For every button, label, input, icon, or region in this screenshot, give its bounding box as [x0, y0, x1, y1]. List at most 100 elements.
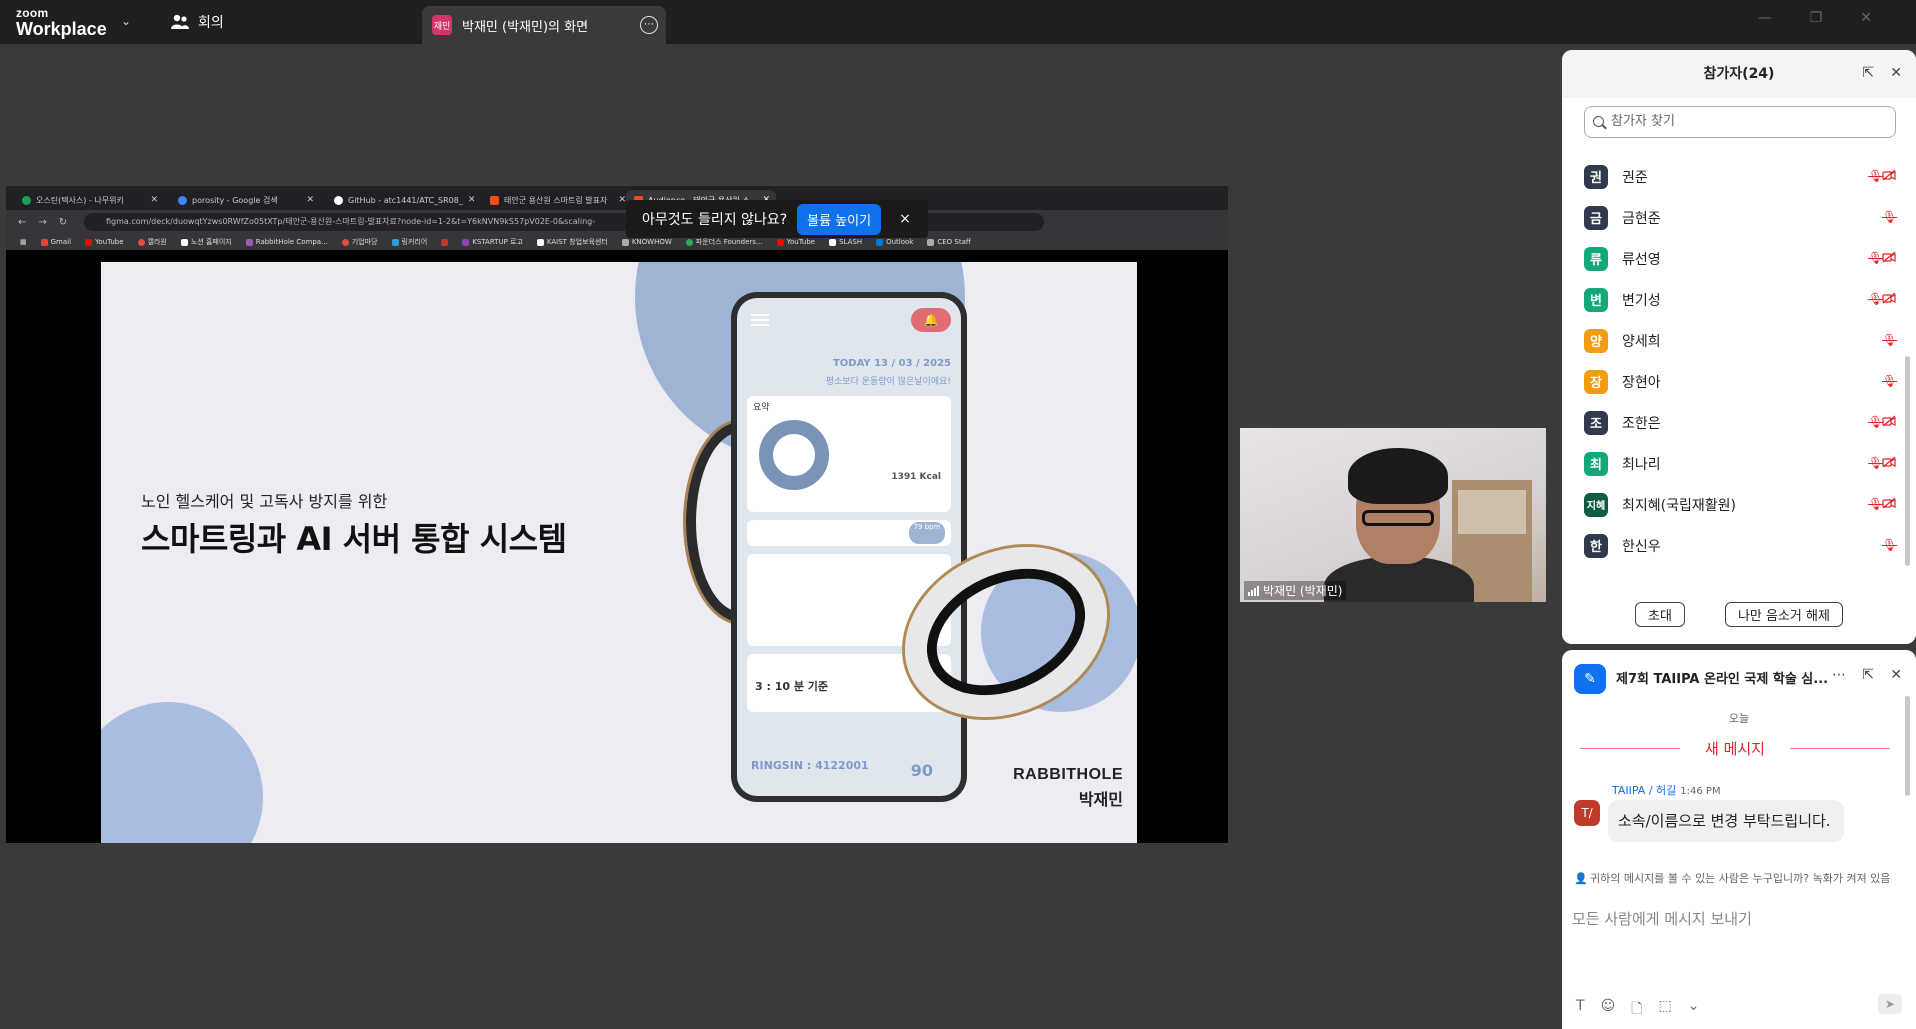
browser-tab[interactable]: GitHub - atc1441/ATC_SR08_ ✕: [326, 190, 476, 210]
nav-meeting[interactable]: 회의: [170, 12, 224, 32]
participant-row[interactable]: 한 한신우 🎙: [1584, 525, 1898, 566]
bookmark-icon: [137, 238, 145, 246]
participant-name: 금현준: [1622, 210, 1661, 227]
browser-tab[interactable]: 오스틴(텍사스) - 나무위키 ✕: [14, 190, 164, 210]
participant-row[interactable]: 장 장현아 🎙: [1584, 361, 1897, 402]
bookmark-item[interactable]: Gmail: [40, 238, 71, 246]
restore-icon[interactable]: ❐: [1810, 10, 1823, 26]
close-icon[interactable]: ✕: [1860, 10, 1872, 26]
avatar: 조: [1584, 410, 1608, 435]
phone-date: TODAY 13 / 03 / 2025: [832, 358, 951, 369]
bookmark-label: Outlook: [886, 238, 914, 246]
bookmark-item[interactable]: 링커리어: [391, 237, 427, 247]
video-tile[interactable]: 박재민 (박재민): [1240, 428, 1546, 602]
notion-icon: [180, 238, 188, 246]
mic-muted-icon: 🎙: [1882, 333, 1898, 347]
invite-button[interactable]: 초대: [1635, 602, 1685, 627]
bookmark-item[interactable]: KAIST 창업보육센터: [536, 237, 608, 247]
more-icon[interactable]: ⋯: [640, 16, 658, 34]
pop-out-icon[interactable]: ⇱: [1862, 668, 1874, 682]
video-off-icon: [1882, 169, 1896, 183]
participant-name: 변기성: [1622, 292, 1661, 309]
bookmark-item[interactable]: CEO Staff: [927, 238, 971, 246]
close-icon[interactable]: ✕: [150, 195, 158, 205]
bookmark-icon: [245, 238, 253, 246]
bookmark-item[interactable]: YouTube: [776, 238, 815, 246]
outlook-icon: [876, 238, 884, 246]
close-icon[interactable]: ✕: [618, 195, 626, 205]
format-text-icon[interactable]: T: [1576, 998, 1585, 1022]
bookmark-item[interactable]: YouTube: [85, 238, 124, 246]
participant-row[interactable]: 지혜 최지혜(국립재활원) 🎙: [1584, 484, 1896, 525]
close-icon[interactable]: ✕: [1890, 66, 1902, 80]
bookmark-item[interactable]: SLASH: [829, 238, 862, 246]
close-icon[interactable]: ✕: [468, 195, 476, 205]
participant-row[interactable]: 류 류선영 🎙: [1584, 238, 1896, 279]
slide-subtitle: 노인 헬스케어 및 고독사 방지를 위한: [141, 492, 388, 511]
bookmark-label: YouTube: [95, 238, 124, 246]
video-name: 박재민 (박재민): [1263, 584, 1343, 598]
bookmark-label: KAIST 창업보육센터: [546, 238, 608, 246]
screen-share-tab[interactable]: 재민 박재민 (박재민)의 화면 ⋯: [422, 6, 666, 44]
participant-row[interactable]: 금 금현준 🎙: [1584, 197, 1897, 238]
volume-up-button[interactable]: 볼륨 높이기: [797, 203, 882, 235]
forward-icon[interactable]: →: [38, 217, 46, 228]
close-icon[interactable]: ✕: [1890, 668, 1902, 682]
avatar: T/: [1574, 800, 1600, 826]
bookmark-item[interactable]: 노션 홈페이지: [180, 237, 232, 247]
participant-row[interactable]: 권 권준 🎙: [1584, 156, 1896, 197]
chevron-down-icon[interactable]: ⌄: [1688, 998, 1700, 1022]
visibility-notice[interactable]: 👤 귀하의 메시지를 볼 수 있는 사람은 누구입니까? 녹화가 켜져 있음: [1574, 872, 1904, 885]
message-sender[interactable]: TAIIPA / 허길: [1612, 784, 1676, 797]
mic-muted-icon: 🎙: [1882, 538, 1898, 552]
back-icon[interactable]: ←: [18, 217, 26, 228]
bookmark-label: SLASH: [839, 238, 863, 246]
message-meta: TAIIPA / 허길 1:46 PM: [1612, 782, 1721, 798]
send-icon[interactable]: ➤: [1878, 994, 1902, 1014]
close-icon[interactable]: ✕: [306, 195, 314, 205]
avatar: 한: [1584, 533, 1608, 558]
browser-tab[interactable]: 태안군 용산원 스마트링 발표자 ✕: [482, 190, 632, 210]
bookmark-item[interactable]: RabbitHole Compa...: [245, 238, 328, 246]
file-icon[interactable]: 🗋: [1631, 998, 1642, 1022]
pop-out-icon[interactable]: ⇱: [1862, 66, 1874, 80]
scrollbar[interactable]: [1905, 356, 1910, 566]
participant-row[interactable]: 양 양세희 🎙: [1584, 320, 1898, 361]
participant-row[interactable]: 조 조한은 🎙: [1584, 402, 1896, 443]
minimize-icon[interactable]: —: [1758, 10, 1772, 26]
apps-icon[interactable]: ▦: [20, 238, 27, 246]
browser-toolbar: ← → ↻ figma.com/deck/duowqtYzws0RWfZo05t…: [6, 210, 1228, 234]
chat-header: ✎ 제7회 TAIIPA 온라인 국제 학술 심... ⋯ ⇱ ✕: [1562, 650, 1916, 700]
bookmark-item[interactable]: Outlook: [876, 238, 913, 246]
share-tab-label: 박재민 (박재민)의 화면: [462, 19, 589, 35]
browser-tab[interactable]: porosity - Google 검색 ✕: [170, 190, 320, 210]
emoji-icon[interactable]: ☺: [1601, 998, 1616, 1022]
participant-search-input[interactable]: 참가자 찾기: [1584, 106, 1896, 138]
screenshot-icon[interactable]: ⬚: [1658, 998, 1671, 1022]
avatar: 양: [1584, 328, 1608, 353]
participant-row[interactable]: 변 변기성 🎙: [1584, 279, 1896, 320]
close-icon[interactable]: ×: [899, 211, 911, 227]
unmute-self-button[interactable]: 나만 음소거 해제: [1724, 602, 1843, 627]
participant-row[interactable]: 최 최나리 🎙: [1584, 443, 1896, 484]
bookmark-item[interactable]: [441, 238, 449, 246]
chat-compose-icon: ✎: [1574, 664, 1606, 694]
avatar: 권: [1584, 164, 1608, 189]
bookmark-item[interactable]: KNOWHOW: [621, 238, 672, 246]
notice-text: 귀하의 메시지를 볼 수 있는 사람은 누구입니까? 녹화가 켜져 있음: [1590, 872, 1891, 885]
bookmark-item[interactable]: 캘라원: [137, 237, 167, 247]
browser-tab-title: GitHub - atc1441/ATC_SR08_: [348, 195, 463, 205]
mic-muted-icon: 🎙: [1868, 497, 1884, 511]
more-icon[interactable]: ⋯: [1832, 668, 1846, 682]
tiktok-icon: [441, 238, 449, 246]
zoom-logo[interactable]: zoom Workplace: [16, 7, 107, 38]
bookmark-icon: [462, 238, 470, 246]
chevron-down-icon[interactable]: ⌄: [121, 14, 131, 28]
chat-input[interactable]: 모든 사람에게 메시지 보내기: [1572, 908, 1752, 929]
chat-title[interactable]: 제7회 TAIIPA 온라인 국제 학술 심...: [1616, 668, 1828, 687]
bookmark-item[interactable]: 기업마당: [341, 237, 378, 247]
bookmark-item[interactable]: KSTARTUP 로고: [462, 237, 523, 247]
reload-icon[interactable]: ↻: [59, 217, 67, 228]
participant-name: 양세희: [1622, 333, 1661, 350]
bookmark-item[interactable]: 파운더스 Founders...: [685, 237, 763, 247]
